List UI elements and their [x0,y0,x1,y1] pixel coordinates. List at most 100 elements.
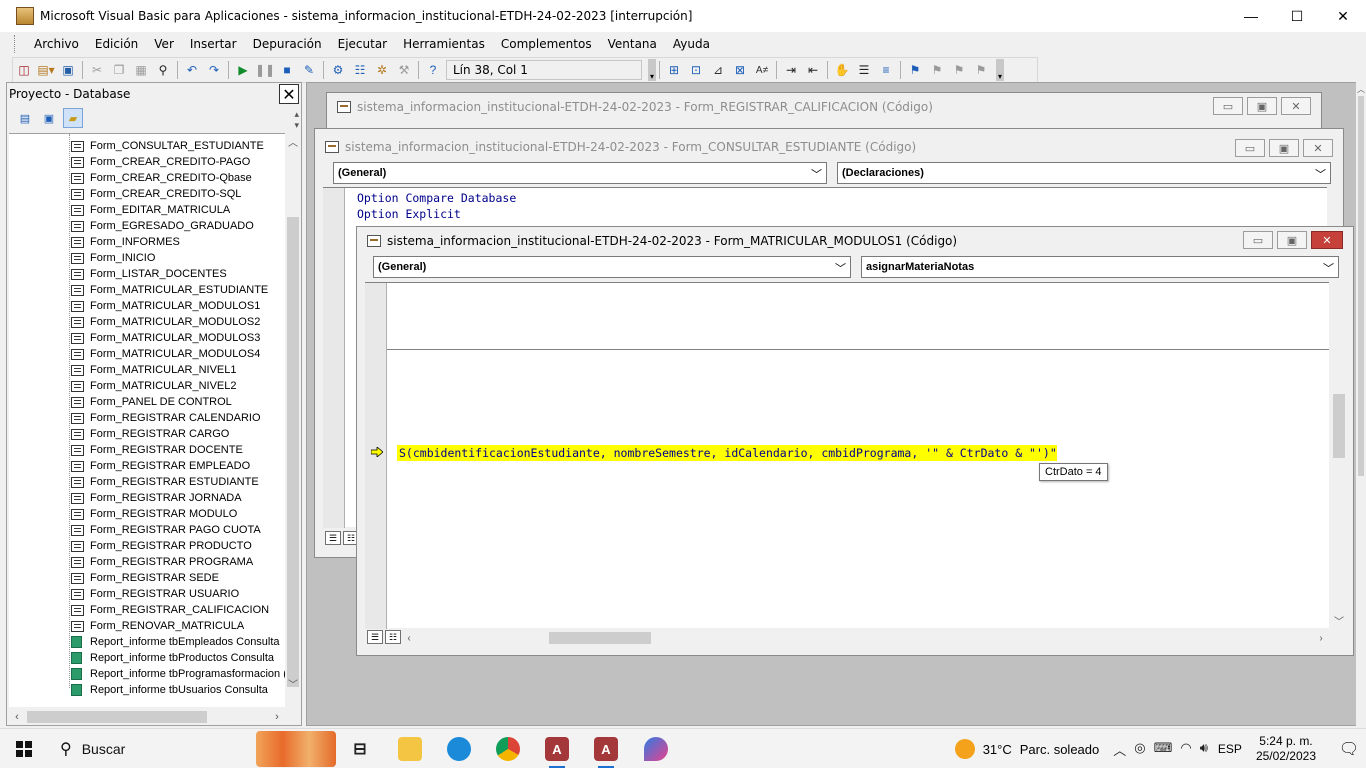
outdent-icon[interactable]: ⇤ [802,59,824,81]
previous-bookmark-icon[interactable]: ⚑ [948,59,970,81]
toggle-breakpoint-icon[interactable]: ✋ [831,59,853,81]
chevron-down-icon[interactable]: ﹀ [1323,260,1334,276]
indent-icon[interactable]: ⇥ [780,59,802,81]
tree-item-form[interactable]: Form_CREAR_CREDITO-PAGO [71,154,250,170]
weather-widget[interactable]: 31°C Parc. soleado [954,739,1099,759]
search-highlight-image[interactable] [256,731,336,767]
tree-item-form[interactable]: Form_REGISTRAR PAGO CUOTA [71,522,261,538]
save-icon[interactable]: ▣ [57,59,79,81]
close-button[interactable]: ✕ [1311,231,1343,249]
tree-item-report[interactable]: Report_informe tbEmpleados Consulta [71,634,280,650]
list-properties-icon[interactable]: ⊞ [663,59,685,81]
toolbar-options-icon-2[interactable]: ▾ [996,59,1004,81]
menu-ejecutar[interactable]: Ejecutar [330,37,396,51]
tree-item-form[interactable]: Form_REGISTRAR_CALIFICACION [71,602,269,618]
uncomment-block-icon[interactable]: ≡ [875,59,897,81]
code-horizontal-scrollbar[interactable]: ‹ › [401,630,1329,646]
tree-item-form[interactable]: Form_INICIO [71,250,155,266]
menu-grip[interactable] [14,35,18,53]
scroll-up-arrow-icon[interactable]: ︿ [285,133,301,149]
menu-insertar[interactable]: Insertar [182,37,245,51]
code-window-titlebar[interactable]: sistema_informacion_institucional-ETDH-2… [327,93,1321,121]
code-window-matricular-modulos1[interactable]: sistema_informacion_institucional-ETDH-2… [356,226,1354,656]
start-button[interactable] [0,729,48,768]
margin-indicator-bar[interactable] [323,188,345,528]
project-explorer-icon[interactable]: ⚙ [327,59,349,81]
tree-item-form[interactable]: Form_REGISTRAR DOCENTE [71,442,243,458]
object-browser-icon[interactable]: ✲ [371,59,393,81]
tree-item-report[interactable]: Report_informe tbProgramasformacion ( [71,666,285,682]
tree-item-form[interactable]: Form_MATRICULAR_MODULOS1 [71,298,260,314]
project-toolbar-scroll-icon[interactable]: ▴ ▾ [294,109,299,131]
edge-button[interactable] [439,733,479,765]
menu-ventana[interactable]: Ventana [600,37,665,51]
procedure-view-icon[interactable]: ☰ [367,630,383,644]
properties-icon[interactable]: ☷ [349,59,371,81]
close-button[interactable]: ✕ [1303,139,1333,157]
tree-item-form[interactable]: Form_REGISTRAR PRODUCTO [71,538,252,554]
tree-item-form[interactable]: Form_REGISTRAR CARGO [71,426,229,442]
tree-item-form[interactable]: Form_REGISTRAR SEDE [71,570,219,586]
redo-icon[interactable]: ↷ [203,59,225,81]
insert-userform-icon[interactable]: ▤▾ [35,59,57,81]
menu-complementos[interactable]: Complementos [493,37,600,51]
tree-item-form[interactable]: Form_RENOVAR_MATRICULA [71,618,244,634]
scroll-thumb[interactable] [1333,394,1345,458]
code-window-titlebar[interactable]: sistema_informacion_institucional-ETDH-2… [315,129,1343,165]
tree-item-report[interactable]: Report_informe tbUsuarios Consulta [71,682,268,698]
tree-item-form[interactable]: Form_REGISTRAR USUARIO [71,586,239,602]
code-editor[interactable]: S(cmbidentificacionEstudiante, nombreSem… [365,282,1329,629]
menu-ver[interactable]: Ver [146,37,182,51]
project-close-icon[interactable]: ✕ [279,84,299,104]
tree-item-form[interactable]: Form_MATRICULAR_MODULOS2 [71,314,260,330]
close-button[interactable]: ✕ [1281,97,1311,115]
view-object-icon[interactable]: ▣ [39,108,59,128]
view-access-icon[interactable]: ◫ [13,59,35,81]
menu-herramientas[interactable]: Herramientas [395,37,493,51]
view-code-icon[interactable]: ▤ [15,108,35,128]
full-module-view-icon[interactable]: ☷ [385,630,401,644]
tree-item-form[interactable]: Form_EGRESADO_GRADUADO [71,218,254,234]
tree-item-form[interactable]: Form_MATRICULAR_MODULOS4 [71,346,260,362]
menu-edicion[interactable]: Edición [87,37,146,51]
parameter-info-icon[interactable]: ⊠ [729,59,751,81]
scroll-up-arrow-icon[interactable]: ︿ [1356,82,1366,96]
code-window-registrar-calificacion[interactable]: sistema_informacion_institucional-ETDH-2… [326,92,1322,132]
scroll-right-arrow-icon[interactable]: › [269,709,285,725]
tree-item-form[interactable]: Form_REGISTRAR CALENDARIO [71,410,261,426]
cut-icon[interactable]: ✂ [86,59,108,81]
scroll-right-arrow-icon[interactable]: › [1313,630,1329,646]
object-combo[interactable]: (General) ﹀ [333,162,827,184]
scroll-thumb[interactable] [27,711,207,723]
chevron-down-icon[interactable]: ﹀ [835,260,846,276]
maximize-button[interactable]: ▣ [1277,231,1307,249]
tree-item-form[interactable]: Form_LISTAR_DOCENTES [71,266,227,282]
clock[interactable]: 5:24 p. m. 25/02/2023 [1256,734,1316,764]
minimize-button[interactable]: ▭ [1235,139,1265,157]
access-button-1[interactable]: A [537,733,577,768]
maximize-button[interactable]: ☐ [1274,0,1320,32]
file-explorer-button[interactable] [390,733,430,765]
tree-item-form[interactable]: Form_MATRICULAR_NIVEL2 [71,378,237,394]
meet-now-icon[interactable]: ◎ [1134,740,1145,759]
menu-archivo[interactable]: Archivo [26,37,87,51]
volume-icon[interactable]: 🔊︎ [1200,740,1208,759]
scroll-thumb[interactable] [1358,96,1364,476]
toolbar-options-icon[interactable]: ▾ [648,59,656,81]
project-horizontal-scrollbar[interactable]: ‹ › [9,709,285,725]
find-icon[interactable]: ⚲ [152,59,174,81]
chevron-down-icon[interactable]: ﹀ [1315,166,1326,182]
tree-item-form[interactable]: Form_CREAR_CREDITO-SQL [71,186,241,202]
copy-icon[interactable]: ❐ [108,59,130,81]
procedure-view-icon[interactable]: ☰ [325,531,341,545]
paint-button[interactable] [636,733,676,765]
ime-icon[interactable]: ⌨ [1154,740,1173,759]
chrome-button[interactable] [488,733,528,765]
help-icon[interactable]: ? [422,59,444,81]
scroll-left-arrow-icon[interactable]: ‹ [401,630,417,646]
scroll-thumb[interactable] [287,217,299,687]
comment-block-icon[interactable]: ☰ [853,59,875,81]
tree-item-form[interactable]: Form_CREAR_CREDITO-Qbase [71,170,252,186]
code-vertical-scrollbar[interactable]: ﹀ [1331,282,1347,628]
mdi-vertical-scrollbar[interactable]: ︿ [1356,82,1366,726]
